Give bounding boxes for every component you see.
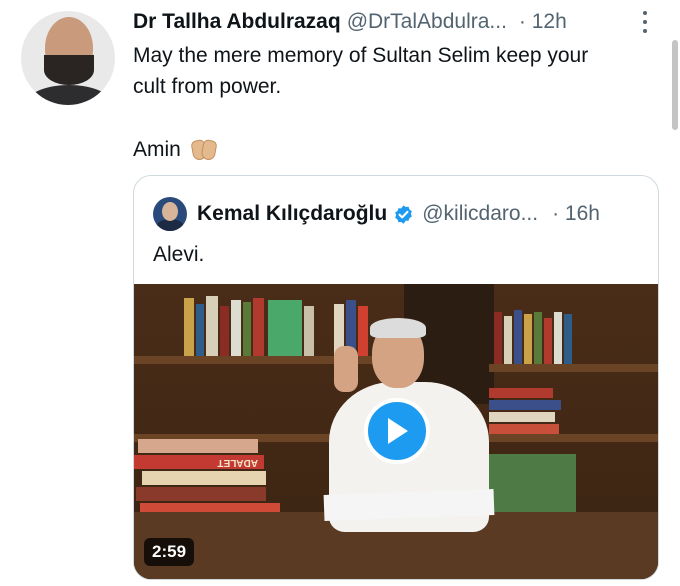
- video-scene-shelf: [489, 364, 658, 372]
- book: [358, 306, 368, 356]
- stack-book: [142, 471, 266, 485]
- avatar-shirt: [25, 85, 113, 105]
- play-icon: [388, 418, 408, 444]
- tweet-header: Dr Tallha Abdulrazaq @DrTalAbdulra... · …: [133, 8, 567, 36]
- tweet[interactable]: Dr Tallha Abdulrazaq @DrTalAbdulra... · …: [0, 0, 680, 586]
- book: [489, 412, 555, 422]
- author-name[interactable]: Dr Tallha Abdulrazaq: [133, 10, 341, 34]
- author-handle[interactable]: @DrTalAbdulra...: [347, 10, 507, 34]
- quoted-author-avatar[interactable]: [153, 197, 187, 231]
- book: [220, 306, 229, 356]
- book: [184, 298, 194, 356]
- verified-badge-icon: [395, 204, 413, 224]
- quoted-author-name[interactable]: Kemal Kılıçdaroğlu: [197, 202, 387, 226]
- book-spine-text: ADALET: [134, 455, 264, 469]
- video-scene-shelf: [134, 356, 404, 364]
- book: [268, 300, 302, 356]
- book: [564, 314, 572, 364]
- quoted-tweet-header: Kemal Kılıçdaroğlu @kilicdaro... · 16h: [197, 198, 600, 230]
- book: [514, 310, 522, 364]
- book: [544, 318, 552, 364]
- folded-hands-icon: [189, 138, 219, 162]
- quoted-tweet-timestamp[interactable]: · 16h: [552, 202, 600, 226]
- tweet-text-line: May the mere memory of Sultan Selim keep…: [133, 44, 589, 67]
- more-dot: [643, 29, 647, 33]
- tweet-timestamp[interactable]: · 12h: [519, 10, 567, 34]
- video-player[interactable]: ADALET 2:59: [134, 284, 658, 579]
- book: [489, 400, 561, 410]
- video-scene-shelf: [489, 434, 658, 442]
- amin-text: Amin: [133, 138, 181, 161]
- tweet-text: May the mere memory of Sultan Selim keep…: [133, 40, 663, 102]
- video-scene-books: [494, 308, 604, 364]
- more-dot: [643, 11, 647, 15]
- more-options-icon[interactable]: [640, 11, 650, 33]
- quoted-author-handle[interactable]: @kilicdaro...: [422, 202, 538, 226]
- stack-book: [136, 487, 266, 501]
- quoted-tweet-card[interactable]: Kemal Kılıçdaroğlu @kilicdaro... · 16h A…: [133, 175, 659, 580]
- stack-book: [138, 439, 258, 453]
- tweet-text-line: cult from power.: [133, 75, 282, 98]
- scrollbar[interactable]: [672, 40, 678, 130]
- book: [243, 302, 251, 356]
- book: [253, 298, 264, 356]
- more-dot: [643, 20, 647, 24]
- book: [489, 424, 559, 434]
- book: [524, 314, 532, 364]
- play-button[interactable]: [364, 398, 430, 464]
- book: [304, 306, 314, 356]
- book: [231, 300, 241, 356]
- tweet-text-amin-row: Amin: [133, 134, 219, 165]
- book: [534, 312, 542, 364]
- video-scene-hand: [334, 346, 358, 392]
- hand-right: [200, 138, 218, 161]
- book: [554, 312, 562, 364]
- book: [206, 296, 218, 356]
- avatar-beard: [44, 55, 94, 85]
- book: [489, 388, 553, 398]
- video-scene-books: [489, 379, 579, 434]
- video-scene-books: [184, 294, 384, 356]
- author-avatar[interactable]: [21, 11, 115, 105]
- book: [494, 312, 502, 364]
- book: [196, 304, 204, 356]
- video-scene-hair: [370, 318, 426, 338]
- avatar-face: [162, 202, 178, 221]
- video-duration: 2:59: [144, 538, 195, 566]
- book: [504, 316, 512, 364]
- quoted-tweet-text: Alevi.: [153, 243, 205, 266]
